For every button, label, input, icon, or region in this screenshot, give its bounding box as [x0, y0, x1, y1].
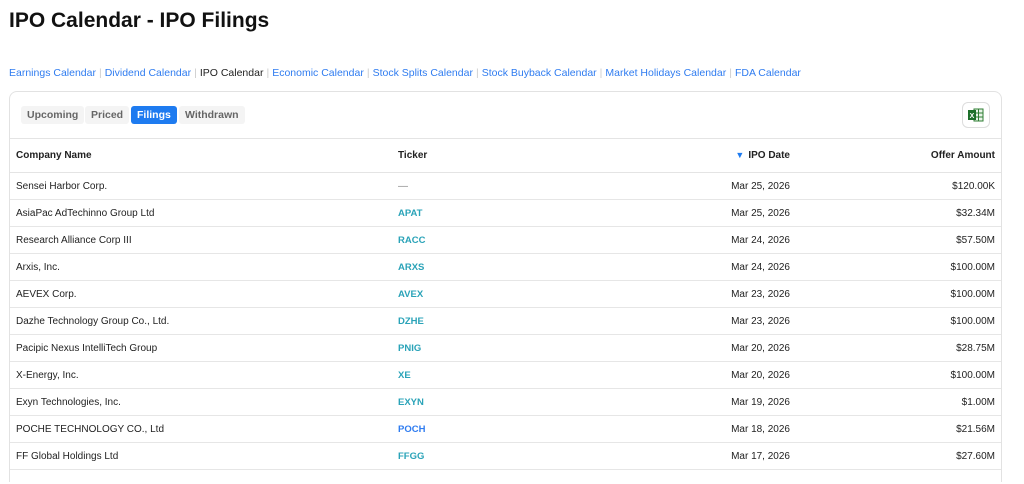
nav-link[interactable]: Earnings Calendar — [9, 67, 96, 79]
company-name: X-Energy, Inc. — [10, 361, 392, 389]
ticker-link[interactable]: DZHE — [398, 316, 424, 327]
offer-amount: $100.00M — [796, 253, 1001, 281]
ticker-link[interactable]: RACC — [398, 235, 425, 246]
nav-separator: | — [194, 67, 197, 79]
ipo-date: Mar 17, 2026 — [604, 442, 796, 470]
offer-amount: $100.00M — [796, 361, 1001, 389]
nav-separator: | — [729, 67, 732, 79]
ipo-table-card: Upcoming Priced Filings Withdrawn X Comp… — [9, 91, 1002, 482]
nav-link[interactable]: Market Holidays Calendar — [605, 67, 726, 79]
col-ipo-date-label: IPO Date — [748, 150, 790, 161]
nav-separator: | — [266, 67, 270, 79]
col-ipo-date[interactable]: ▼ IPO Date — [604, 139, 796, 173]
offer-amount: $32.34M — [796, 199, 1001, 227]
nav-link[interactable]: Dividend Calendar — [105, 67, 191, 79]
nav-separator: | — [475, 67, 479, 79]
table-row: Research Alliance Corp III RACC Mar 24, … — [10, 226, 1001, 254]
table-row: POCHE TECHNOLOGY CO., Ltd POCH Mar 18, 2… — [10, 415, 1001, 443]
offer-amount: $28.75M — [796, 334, 1001, 362]
ticker-link[interactable]: EXYN — [398, 397, 424, 408]
table-row: Dazhe Technology Group Co., Ltd. DZHE Ma… — [10, 307, 1001, 335]
nav-link[interactable]: Economic Calendar — [272, 67, 364, 79]
ipo-date: Mar 19, 2026 — [604, 388, 796, 416]
offer-amount: $120.00K — [796, 172, 1001, 200]
table-row: Sensei Harbor Corp. — Mar 25, 2026 $120.… — [10, 172, 1001, 200]
ipo-date: Mar 24, 2026 — [604, 253, 796, 281]
table-row: Exyn Technologies, Inc. EXYN Mar 19, 202… — [10, 388, 1001, 416]
ticker-link[interactable]: POCH — [398, 424, 425, 435]
table-row: X-Energy, Inc. XE Mar 20, 2026 $100.00M — [10, 361, 1001, 389]
ipo-table: Company Name Ticker ▼ IPO Date Offer Amou… — [10, 139, 1001, 470]
ipo-date: Mar 25, 2026 — [604, 199, 796, 227]
nav-separator: | — [599, 67, 603, 79]
tab-upcoming[interactable]: Upcoming — [21, 106, 85, 124]
company-name: Arxis, Inc. — [10, 253, 392, 281]
nav-separator: | — [98, 67, 102, 79]
calendar-nav: Earnings Calendar | Dividend Calendar | IPO … — [9, 67, 801, 79]
ipo-date: Mar 18, 2026 — [604, 415, 796, 443]
col-company[interactable]: Company Name — [10, 139, 392, 173]
nav-separator: | — [366, 67, 370, 79]
company-name: AsiaPac AdTechinno Group Ltd — [10, 199, 392, 227]
table-row: FF Global Holdings Ltd FFGG Mar 17, 2026… — [10, 442, 1001, 470]
ipo-date: Mar 23, 2026 — [604, 307, 796, 335]
ticker-link[interactable]: XE — [398, 370, 411, 381]
table-row: AsiaPac AdTechinno Group Ltd APAT Mar 25… — [10, 199, 1001, 227]
tab-priced[interactable]: Priced — [85, 106, 130, 124]
ticker-link[interactable]: FFGG — [398, 451, 424, 462]
page-title: IPO Calendar - IPO Filings — [9, 9, 270, 32]
ticker-link[interactable]: AVEX — [398, 289, 423, 300]
tab-bar: Upcoming Priced Filings Withdrawn X — [10, 92, 1001, 139]
ipo-date: Mar 23, 2026 — [604, 280, 796, 308]
ipo-date: Mar 24, 2026 — [604, 226, 796, 254]
tab-filings[interactable]: Filings — [131, 106, 177, 124]
svg-text:X: X — [970, 113, 975, 120]
tab-withdrawn[interactable]: Withdrawn — [179, 106, 245, 124]
ipo-date: Mar 20, 2026 — [604, 334, 796, 362]
nav-link[interactable]: IPO Calendar — [200, 67, 264, 79]
company-name: FF Global Holdings Ltd — [10, 442, 392, 470]
col-ticker[interactable]: Ticker — [392, 139, 604, 173]
offer-amount: $100.00M — [796, 307, 1001, 335]
offer-amount: $57.50M — [796, 226, 1001, 254]
company-name: Dazhe Technology Group Co., Ltd. — [10, 307, 392, 335]
ipo-date: Mar 25, 2026 — [604, 172, 796, 200]
company-name: POCHE TECHNOLOGY CO., Ltd — [10, 415, 392, 443]
excel-icon: X — [968, 108, 984, 122]
offer-amount: $27.60M — [796, 442, 1001, 470]
ticker-link[interactable]: PNIG — [398, 343, 421, 354]
company-name: Exyn Technologies, Inc. — [10, 388, 392, 416]
nav-link[interactable]: Stock Buyback Calendar — [482, 67, 597, 79]
company-name: Research Alliance Corp III — [10, 226, 392, 254]
ticker-link: — — [398, 180, 408, 192]
company-name: AEVEX Corp. — [10, 280, 392, 308]
ipo-date: Mar 20, 2026 — [604, 361, 796, 389]
ticker-link[interactable]: APAT — [398, 208, 422, 219]
offer-amount: $100.00M — [796, 280, 1001, 308]
company-name: Sensei Harbor Corp. — [10, 172, 392, 200]
sort-desc-icon: ▼ — [735, 150, 745, 160]
table-row: Arxis, Inc. ARXS Mar 24, 2026 $100.00M — [10, 253, 1001, 281]
nav-link[interactable]: Stock Splits Calendar — [373, 67, 473, 79]
table-row: AEVEX Corp. AVEX Mar 23, 2026 $100.00M — [10, 280, 1001, 308]
table-row: Pacipic Nexus IntelliTech Group PNIG Mar… — [10, 334, 1001, 362]
offer-amount: $1.00M — [796, 388, 1001, 416]
ticker-link[interactable]: ARXS — [398, 262, 424, 273]
col-offer-amount[interactable]: Offer Amount — [796, 139, 1001, 173]
company-name: Pacipic Nexus IntelliTech Group — [10, 334, 392, 362]
export-excel-button[interactable]: X — [962, 102, 990, 128]
offer-amount: $21.56M — [796, 415, 1001, 443]
nav-link[interactable]: FDA Calendar — [735, 67, 801, 79]
